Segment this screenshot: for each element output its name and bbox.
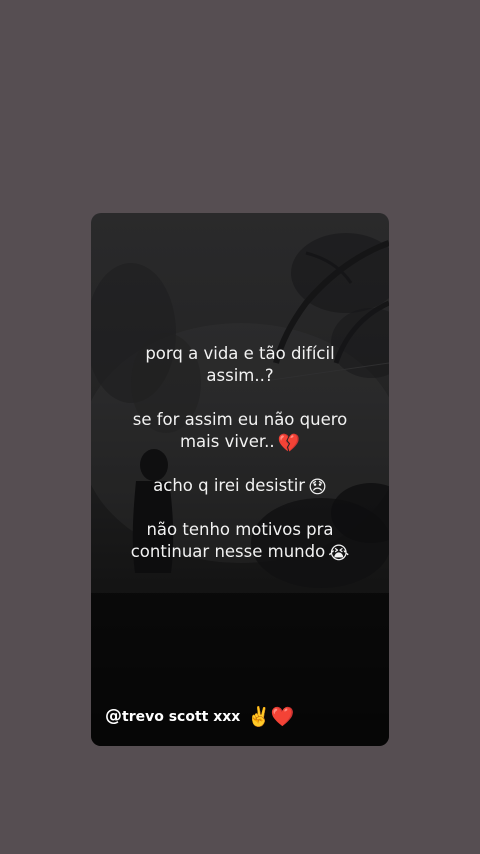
broken-heart-icon: 💔 [277,433,301,454]
story-card: porq a vida e tão difícil assim..? se fo… [91,213,389,746]
story-line-1: porq a vida e tão difícil assim..? [145,344,335,385]
disappointed-face-icon: 😞 [308,477,327,498]
crying-face-icon: 😭 [328,543,350,564]
story-line-4: não tenho motivos pra continuar nesse mu… [91,519,389,563]
handle-at-sign: @ [105,706,122,726]
story-line-2-text: se for assim eu não quero mais viver.. [132,410,348,451]
author-handle: @trevo scott xxx ✌️❤️ [105,705,295,728]
handle-name: trevo scott xxx [122,709,241,725]
victory-heart-icon: ✌️❤️ [247,706,295,728]
story-line-4-text: não tenho motivos pra continuar nesse mu… [130,520,334,561]
story-line-3-text: acho q irei desistir [153,476,306,495]
story-line-3: acho q irei desistir 😞 [91,475,389,497]
story-message: porq a vida e tão difícil assim..? se fo… [91,343,389,585]
story-line-2: se for assim eu não quero mais viver.. 💔 [91,409,389,453]
